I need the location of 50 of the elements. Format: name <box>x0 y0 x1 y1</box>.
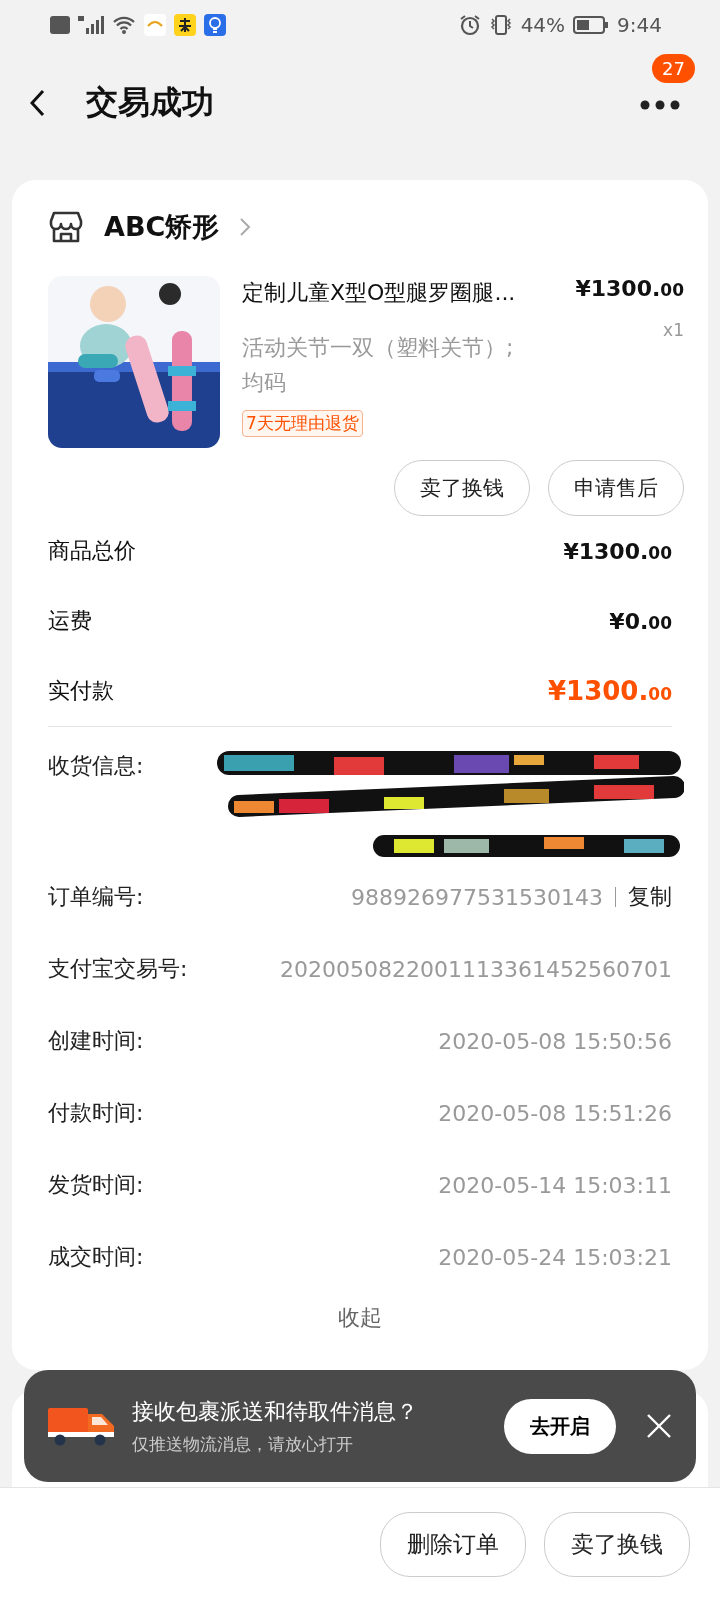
quantity: x1 <box>663 320 684 340</box>
app-icon <box>174 14 196 36</box>
back-icon[interactable] <box>30 88 46 117</box>
detail-label: 成交时间: <box>48 1243 144 1271</box>
collapse-link[interactable]: 收起 <box>338 1303 382 1333</box>
action-button[interactable]: 申请售后 <box>548 460 684 516</box>
notification-badge: 27 <box>652 54 695 83</box>
battery-percent: 44% <box>520 13 566 37</box>
shipping-label: 收货信息: <box>48 752 144 780</box>
total-label: 运费 <box>48 607 92 635</box>
total-label: 实付款 <box>48 677 114 705</box>
shop-icon <box>48 210 84 244</box>
page-title: 交易成功 <box>86 81 214 123</box>
detail-label: 付款时间: <box>48 1099 144 1127</box>
total-label: 商品总价 <box>48 537 136 565</box>
product-price: ¥1300.00 <box>575 276 684 301</box>
signal-icon <box>78 15 104 35</box>
total-value: ¥1300.00 <box>563 538 672 564</box>
return-policy-tag: 7天无理由退货 <box>242 410 363 438</box>
detail-value: 2020-05-08 15:51:26 <box>438 1100 672 1126</box>
app-icon <box>144 14 166 36</box>
wifi-icon <box>112 15 136 35</box>
more-icon[interactable] <box>640 99 680 111</box>
enable-button[interactable]: 去开启 <box>504 1398 616 1454</box>
product-title[interactable]: 定制儿童X型O型腿罗圈腿... <box>242 278 516 308</box>
clock-time: 9:44 <box>617 13 662 37</box>
shop-name[interactable]: ABC矫形 <box>104 209 220 245</box>
detail-value: 988926977531530143 <box>351 884 603 910</box>
total-value: ¥0.00 <box>609 608 672 634</box>
detail-label: 支付宝交易号: <box>48 955 188 983</box>
detail-label: 订单编号: <box>48 883 144 911</box>
toast-subtitle: 仅推送物流消息，请放心打开 <box>132 1432 354 1456</box>
detail-value: 2020-05-08 15:50:56 <box>438 1028 672 1054</box>
detail-value: 2020050822001113361452560701 <box>280 956 672 982</box>
detail-label: 发货时间: <box>48 1171 144 1199</box>
detail-value: 2020-05-14 15:03:11 <box>438 1172 672 1198</box>
product-spec: 活动关节一双（塑料关节）; 均码 <box>242 334 514 398</box>
bulb-icon <box>204 14 226 36</box>
alarm-icon <box>458 14 481 36</box>
total-value: ¥1300.00 <box>548 676 672 706</box>
close-icon[interactable] <box>646 1413 672 1439</box>
battery-icon <box>573 15 610 35</box>
bottom-button[interactable]: 删除订单 <box>380 1511 526 1577</box>
bottom-button[interactable]: 卖了换钱 <box>544 1511 690 1577</box>
vibrate-icon <box>488 14 513 36</box>
copy-link[interactable]: 复制 <box>628 882 672 912</box>
detail-value: 2020-05-24 15:03:21 <box>438 1244 672 1270</box>
detail-label: 创建时间: <box>48 1027 144 1055</box>
action-button[interactable]: 卖了换钱 <box>394 460 530 516</box>
toast-title: 接收包裹派送和待取件消息？ <box>132 1397 419 1426</box>
